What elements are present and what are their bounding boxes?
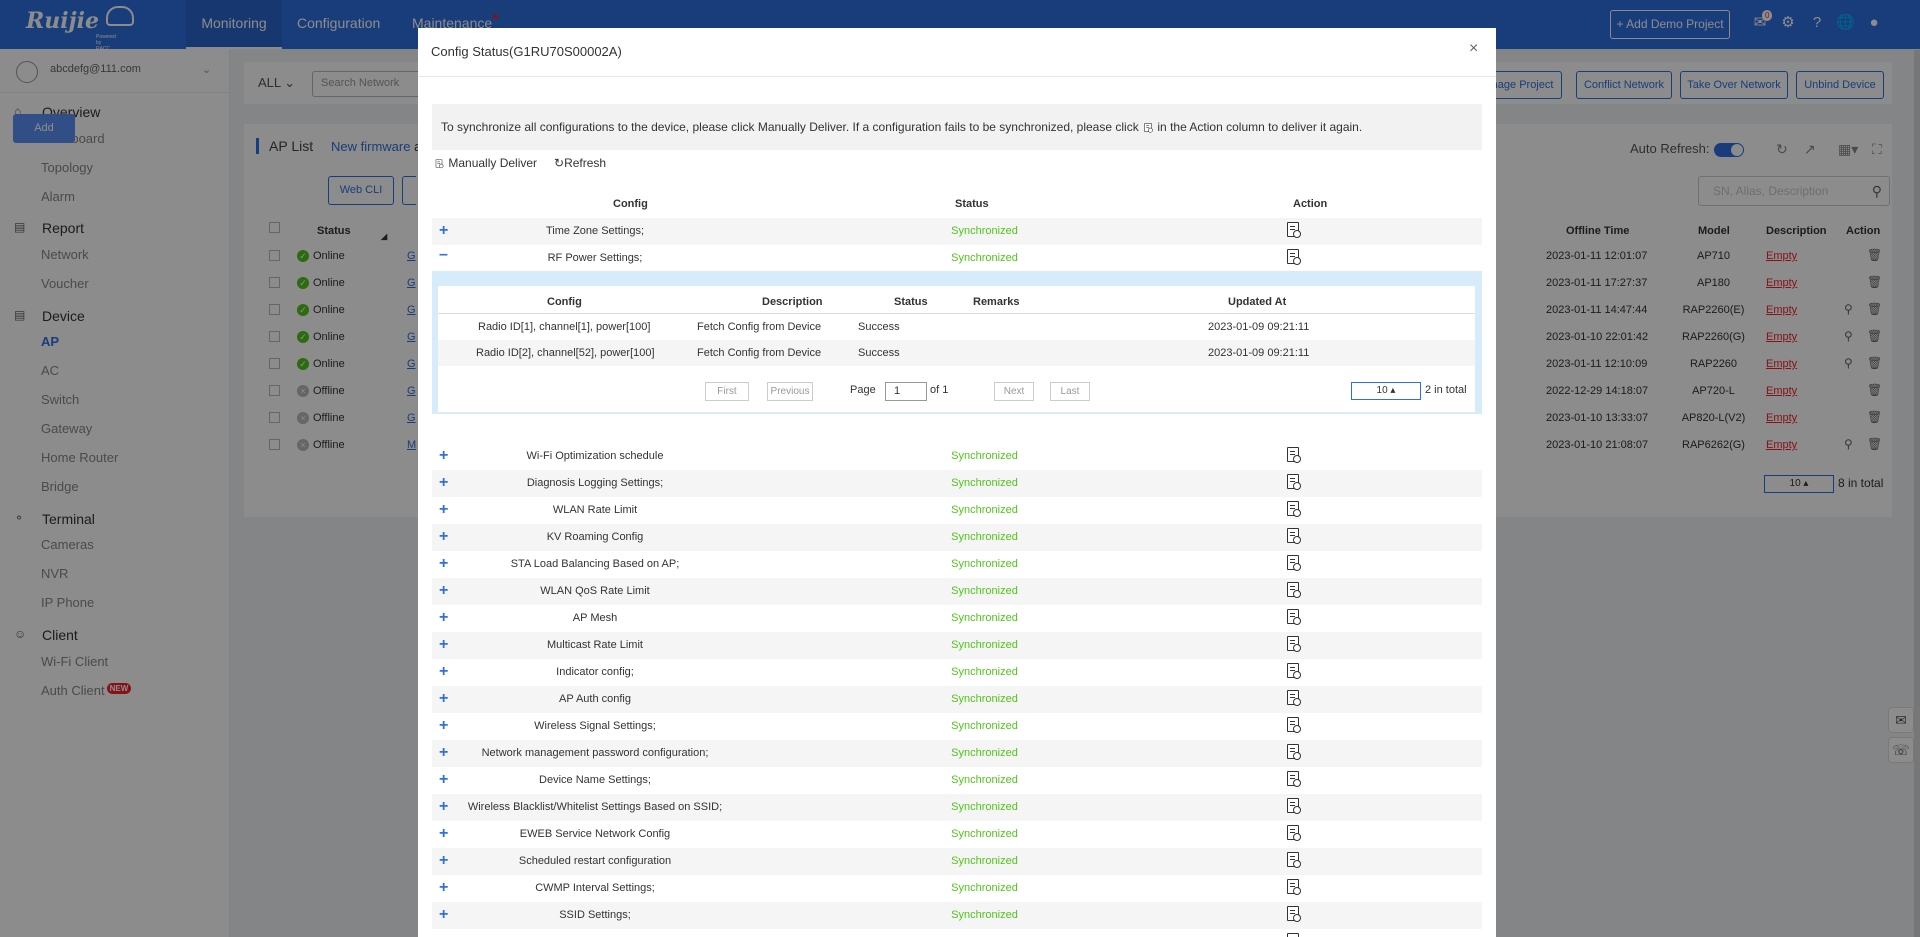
col-action: Action [1293, 198, 1328, 210]
deliver-icon[interactable] [1287, 933, 1301, 937]
sync-notice: To synchronize all configurations to the… [432, 104, 1482, 150]
deliver-icon[interactable] [1287, 906, 1301, 922]
col-config: Config [613, 198, 648, 210]
sub-page-size-select[interactable]: 10 ▴ [1351, 382, 1421, 400]
deliver-icon[interactable] [1287, 663, 1301, 679]
sub-col-updated-at: Updated At [1228, 296, 1287, 308]
config-row: + WLAN Rate Limit Synchronized [432, 497, 1482, 524]
previous-page-button[interactable]: Previous [767, 382, 813, 401]
config-row: + Indicator config; Synchronized [432, 659, 1482, 686]
config-status-modal: Config Status(G1RU70S00002A) × To synchr… [418, 28, 1496, 937]
config-row: + SSID Settings; Synchronized [432, 902, 1482, 929]
deliver-icon[interactable] [1287, 798, 1301, 814]
config-row: + Time Zone Settings; Synchronized [432, 218, 1482, 245]
deliver-icon [435, 159, 444, 169]
config-row: + Multicast Rate Limit Synchronized [432, 632, 1482, 659]
page-label: Page [850, 384, 876, 396]
deliver-icon[interactable] [1287, 447, 1301, 463]
config-row: + Wireless Blacklist/Whitelist Settings B… [432, 794, 1482, 821]
deliver-icon[interactable] [1287, 717, 1301, 733]
first-page-button[interactable]: First [705, 382, 749, 401]
sub-col-remarks: Remarks [973, 296, 1020, 308]
deliver-icon[interactable] [1287, 825, 1301, 841]
config-row: +Log Settings;Synchronized [432, 929, 1482, 937]
sub-table-row: Radio ID[2], channel[52], power[100] Fet… [438, 340, 1475, 366]
deliver-icon[interactable] [1287, 609, 1301, 625]
deliver-icon[interactable] [1287, 501, 1301, 517]
page-count: of 1 [930, 384, 949, 396]
col-status: Status [955, 198, 989, 210]
deliver-icon[interactable] [1287, 582, 1301, 598]
close-icon[interactable]: × [1469, 40, 1478, 58]
deliver-icon[interactable] [1287, 744, 1301, 760]
page-input[interactable]: 1 [885, 382, 927, 401]
deliver-icon[interactable] [1287, 528, 1301, 544]
deliver-icon[interactable] [1287, 852, 1301, 868]
deliver-icon [1144, 123, 1153, 133]
config-row: + WLAN QoS Rate Limit Synchronized [432, 578, 1482, 605]
config-row: + CWMP Interval Settings; Synchronized [432, 875, 1482, 902]
config-row: – RF Power Settings; Synchronized [432, 245, 1482, 272]
next-page-button[interactable]: Next [994, 382, 1034, 401]
config-row: + AP Mesh Synchronized [432, 605, 1482, 632]
expanded-subtable: Config Description Status Remarks Update… [432, 271, 1482, 414]
config-row: + AP Auth config Synchronized [432, 686, 1482, 713]
config-row: + Device Name Settings; Synchronized [432, 767, 1482, 794]
sub-col-status: Status [894, 296, 928, 308]
config-row: + Network management password configurati… [432, 740, 1482, 767]
deliver-icon[interactable] [1287, 249, 1301, 265]
last-page-button[interactable]: Last [1050, 382, 1090, 401]
deliver-icon[interactable] [1287, 222, 1301, 238]
config-row: + KV Roaming Config Synchronized [432, 524, 1482, 551]
sub-col-description: Description [762, 296, 823, 308]
sub-total-count: 2 in total [1425, 384, 1467, 396]
config-row: + STA Load Balancing Based on AP; Synchron… [432, 551, 1482, 578]
deliver-icon[interactable] [1287, 474, 1301, 490]
manually-deliver-button[interactable]: Manually Deliver [433, 156, 537, 171]
deliver-icon[interactable] [1287, 771, 1301, 787]
config-row: + EWEB Service Network Config Synchronized [432, 821, 1482, 848]
deliver-icon[interactable] [1287, 879, 1301, 895]
sub-col-config: Config [547, 296, 582, 308]
config-row: + Wireless Signal Settings; Synchronized [432, 713, 1482, 740]
config-row: + Wi-Fi Optimization schedule Synchronized [432, 443, 1482, 470]
config-row: + Diagnosis Logging Settings; Synchronized [432, 470, 1482, 497]
deliver-icon[interactable] [1287, 636, 1301, 652]
sub-table-row: Radio ID[1], channel[1], power[100] Fetc… [478, 321, 1310, 333]
refresh-icon: ↻ [554, 156, 565, 170]
modal-title: Config Status(G1RU70S00002A) [431, 44, 622, 59]
config-row: + Scheduled restart configuration Synchron… [432, 848, 1482, 875]
refresh-button[interactable]: ↻Refresh [554, 156, 606, 170]
deliver-icon[interactable] [1287, 690, 1301, 706]
deliver-icon[interactable] [1287, 555, 1301, 571]
